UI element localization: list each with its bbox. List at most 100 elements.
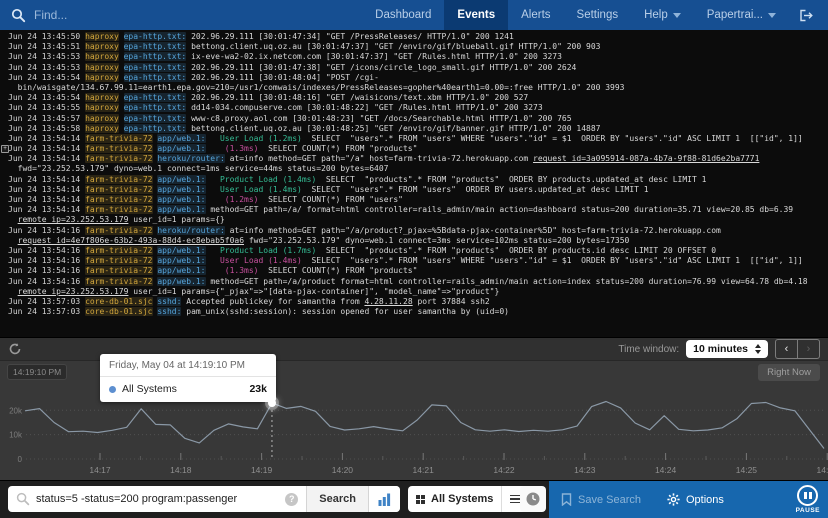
next-window-button[interactable]: › — [798, 340, 819, 358]
log-row[interactable]: Jun 24 13:54:16 farm-trivia-72 app/web.1… — [0, 246, 828, 256]
log-row[interactable]: Jun 24 13:45:54 haproxy epa-http.txt: 20… — [0, 73, 828, 83]
log-host[interactable]: farm-trivia-72 — [85, 134, 152, 143]
previous-window-button[interactable]: ‹ — [776, 340, 798, 358]
log-row[interactable]: Jun 24 13:45:58 haproxy epa-http.txt: be… — [0, 124, 828, 134]
log-program[interactable]: app/web.1: — [157, 195, 205, 204]
log-row[interactable]: request_id=4e7f806e-63b2-493a-88d4-ec8eb… — [0, 236, 828, 246]
nav-item-papertrai[interactable]: Papertrai... — [694, 0, 789, 30]
log-row[interactable]: Jun 24 13:45:50 haproxy epa-http.txt: 20… — [0, 32, 828, 42]
log-program[interactable]: heroku/router: — [157, 154, 224, 163]
pause-button[interactable]: PAUSE — [796, 485, 820, 514]
refresh-button[interactable] — [8, 342, 22, 356]
log-host[interactable]: haproxy — [85, 73, 119, 82]
log-program[interactable]: epa-http.txt: — [124, 103, 187, 112]
sign-out-button[interactable] — [789, 0, 828, 30]
log-host[interactable]: haproxy — [85, 63, 119, 72]
log-program[interactable]: epa-http.txt: — [124, 73, 187, 82]
log-program[interactable]: app/web.1: — [157, 266, 205, 275]
log-host[interactable]: farm-trivia-72 — [85, 256, 152, 265]
chart-mode-button[interactable] — [368, 486, 400, 512]
log-row[interactable]: Jun 24 13:54:16 farm-trivia-72 app/web.1… — [0, 256, 828, 266]
log-host[interactable]: farm-trivia-72 — [85, 246, 152, 255]
log-row[interactable]: Jun 24 13:45:54 haproxy epa-http.txt: 20… — [0, 93, 828, 103]
log-row[interactable]: remote_ip=23.252.53.179 user_id=1 params… — [0, 215, 828, 225]
log-host[interactable]: farm-trivia-72 — [85, 185, 152, 194]
nav-item-events[interactable]: Events — [444, 0, 508, 30]
log-row[interactable]: Jun 24 13:54:14 farm-trivia-72 heroku/ro… — [0, 154, 828, 164]
log-row[interactable]: fwd="23.252.53.179" dyno=web.1 connect=1… — [0, 164, 828, 174]
time-jump-button[interactable] — [520, 486, 546, 512]
log-row[interactable]: remote_ip=23.252.53.179 user_id=1 params… — [0, 287, 828, 297]
systems-selector-button[interactable]: All Systems — [408, 486, 528, 512]
log-host[interactable]: haproxy — [85, 93, 119, 102]
time-window-select[interactable]: 10 minutes — [686, 340, 768, 358]
log-program[interactable]: app/web.1: — [157, 246, 205, 255]
log-row[interactable]: Jun 24 13:54:14 farm-trivia-72 app/web.1… — [0, 195, 828, 205]
log-row[interactable]: Jun 24 13:54:16 farm-trivia-72 app/web.1… — [0, 277, 828, 287]
log-host[interactable]: core-db-01.sjc — [85, 297, 152, 306]
log-row[interactable]: Jun 24 13:57:03 core-db-01.sjc sshd: pam… — [0, 307, 828, 317]
log-host[interactable]: haproxy — [85, 42, 119, 51]
log-program[interactable]: epa-http.txt: — [124, 42, 187, 51]
log-host[interactable]: haproxy — [85, 114, 119, 123]
log-row[interactable]: Jun 24 13:54:14 farm-trivia-72 app/web.1… — [0, 134, 828, 144]
log-row[interactable]: Jun 24 13:45:55 haproxy epa-http.txt: dd… — [0, 103, 828, 113]
log-host[interactable]: farm-trivia-72 — [85, 205, 152, 214]
log-row[interactable]: Jun 24 13:54:16 farm-trivia-72 app/web.1… — [0, 266, 828, 276]
log-host[interactable]: haproxy — [85, 124, 119, 133]
nav-item-settings[interactable]: Settings — [564, 0, 632, 30]
nav-item-help[interactable]: Help — [631, 0, 694, 30]
event-log-list[interactable]: Jun 24 13:45:50 haproxy epa-http.txt: 20… — [0, 30, 828, 337]
log-row[interactable]: Jun 24 13:45:53 haproxy epa-http.txt: 20… — [0, 63, 828, 73]
log-program[interactable]: app/web.1: — [157, 205, 205, 214]
log-host[interactable]: haproxy — [85, 103, 119, 112]
search-button[interactable]: Search — [306, 486, 368, 512]
query-input[interactable] — [36, 493, 277, 505]
log-host[interactable]: farm-trivia-72 — [85, 154, 152, 163]
log-program[interactable]: epa-http.txt: — [124, 52, 187, 61]
help-icon[interactable]: ? — [285, 493, 298, 506]
log-host[interactable]: farm-trivia-72 — [85, 175, 152, 184]
log-program[interactable]: app/web.1: — [157, 256, 205, 265]
log-program[interactable]: sshd: — [157, 307, 181, 316]
log-program[interactable]: heroku/router: — [157, 226, 224, 235]
log-program[interactable]: app/web.1: — [157, 277, 205, 286]
log-program[interactable]: epa-http.txt: — [124, 32, 187, 41]
log-program[interactable]: app/web.1: — [157, 144, 205, 153]
log-row[interactable]: Jun 24 13:54:14 farm-trivia-72 app/web.1… — [0, 205, 828, 215]
log-program[interactable]: app/web.1: — [157, 175, 205, 184]
nav-item-alerts[interactable]: Alerts — [508, 0, 563, 30]
log-host[interactable]: farm-trivia-72 — [85, 277, 152, 286]
nav-item-label: Settings — [577, 9, 619, 21]
options-button[interactable]: Options — [667, 493, 724, 506]
log-host[interactable]: farm-trivia-72 — [85, 266, 152, 275]
log-row[interactable]: bin/waisgate/134.67.99.11=earth1.epa.gov… — [0, 83, 828, 93]
log-row[interactable]: Jun 24 13:54:14 farm-trivia-72 app/web.1… — [0, 185, 828, 195]
log-row[interactable]: Jun 24 13:57:03 core-db-01.sjc sshd: Acc… — [0, 297, 828, 307]
log-row[interactable]: Jun 24 13:45:51 haproxy epa-http.txt: be… — [0, 42, 828, 52]
log-host[interactable]: core-db-01.sjc — [85, 307, 152, 316]
log-program[interactable]: app/web.1: — [157, 134, 205, 143]
log-program[interactable]: epa-http.txt: — [124, 63, 187, 72]
log-program[interactable]: epa-http.txt: — [124, 114, 187, 123]
log-row[interactable]: +Jun 24 13:54:14 farm-trivia-72 app/web.… — [0, 144, 828, 154]
log-program[interactable]: epa-http.txt: — [124, 124, 187, 133]
save-search-button[interactable]: Save Search — [561, 493, 641, 506]
log-host[interactable]: farm-trivia-72 — [85, 144, 152, 153]
right-now-button[interactable]: Right Now — [758, 364, 820, 381]
find-input[interactable]: Find... — [0, 0, 67, 30]
log-program[interactable]: app/web.1: — [157, 185, 205, 194]
log-row[interactable]: Jun 24 13:45:53 haproxy epa-http.txt: ix… — [0, 52, 828, 62]
log-row[interactable]: Jun 24 13:54:14 farm-trivia-72 app/web.1… — [0, 175, 828, 185]
log-host[interactable]: farm-trivia-72 — [85, 226, 152, 235]
expand-context-icon[interactable]: + — [1, 145, 9, 153]
highlighted-point[interactable] — [268, 399, 276, 407]
log-program[interactable]: sshd: — [157, 297, 181, 306]
log-host[interactable]: farm-trivia-72 — [85, 195, 152, 204]
nav-item-dashboard[interactable]: Dashboard — [362, 0, 444, 30]
log-host[interactable]: haproxy — [85, 52, 119, 61]
log-row[interactable]: Jun 24 13:54:16 farm-trivia-72 heroku/ro… — [0, 226, 828, 236]
log-host[interactable]: haproxy — [85, 32, 119, 41]
log-row[interactable]: Jun 24 13:45:57 haproxy epa-http.txt: ww… — [0, 114, 828, 124]
log-program[interactable]: epa-http.txt: — [124, 93, 187, 102]
